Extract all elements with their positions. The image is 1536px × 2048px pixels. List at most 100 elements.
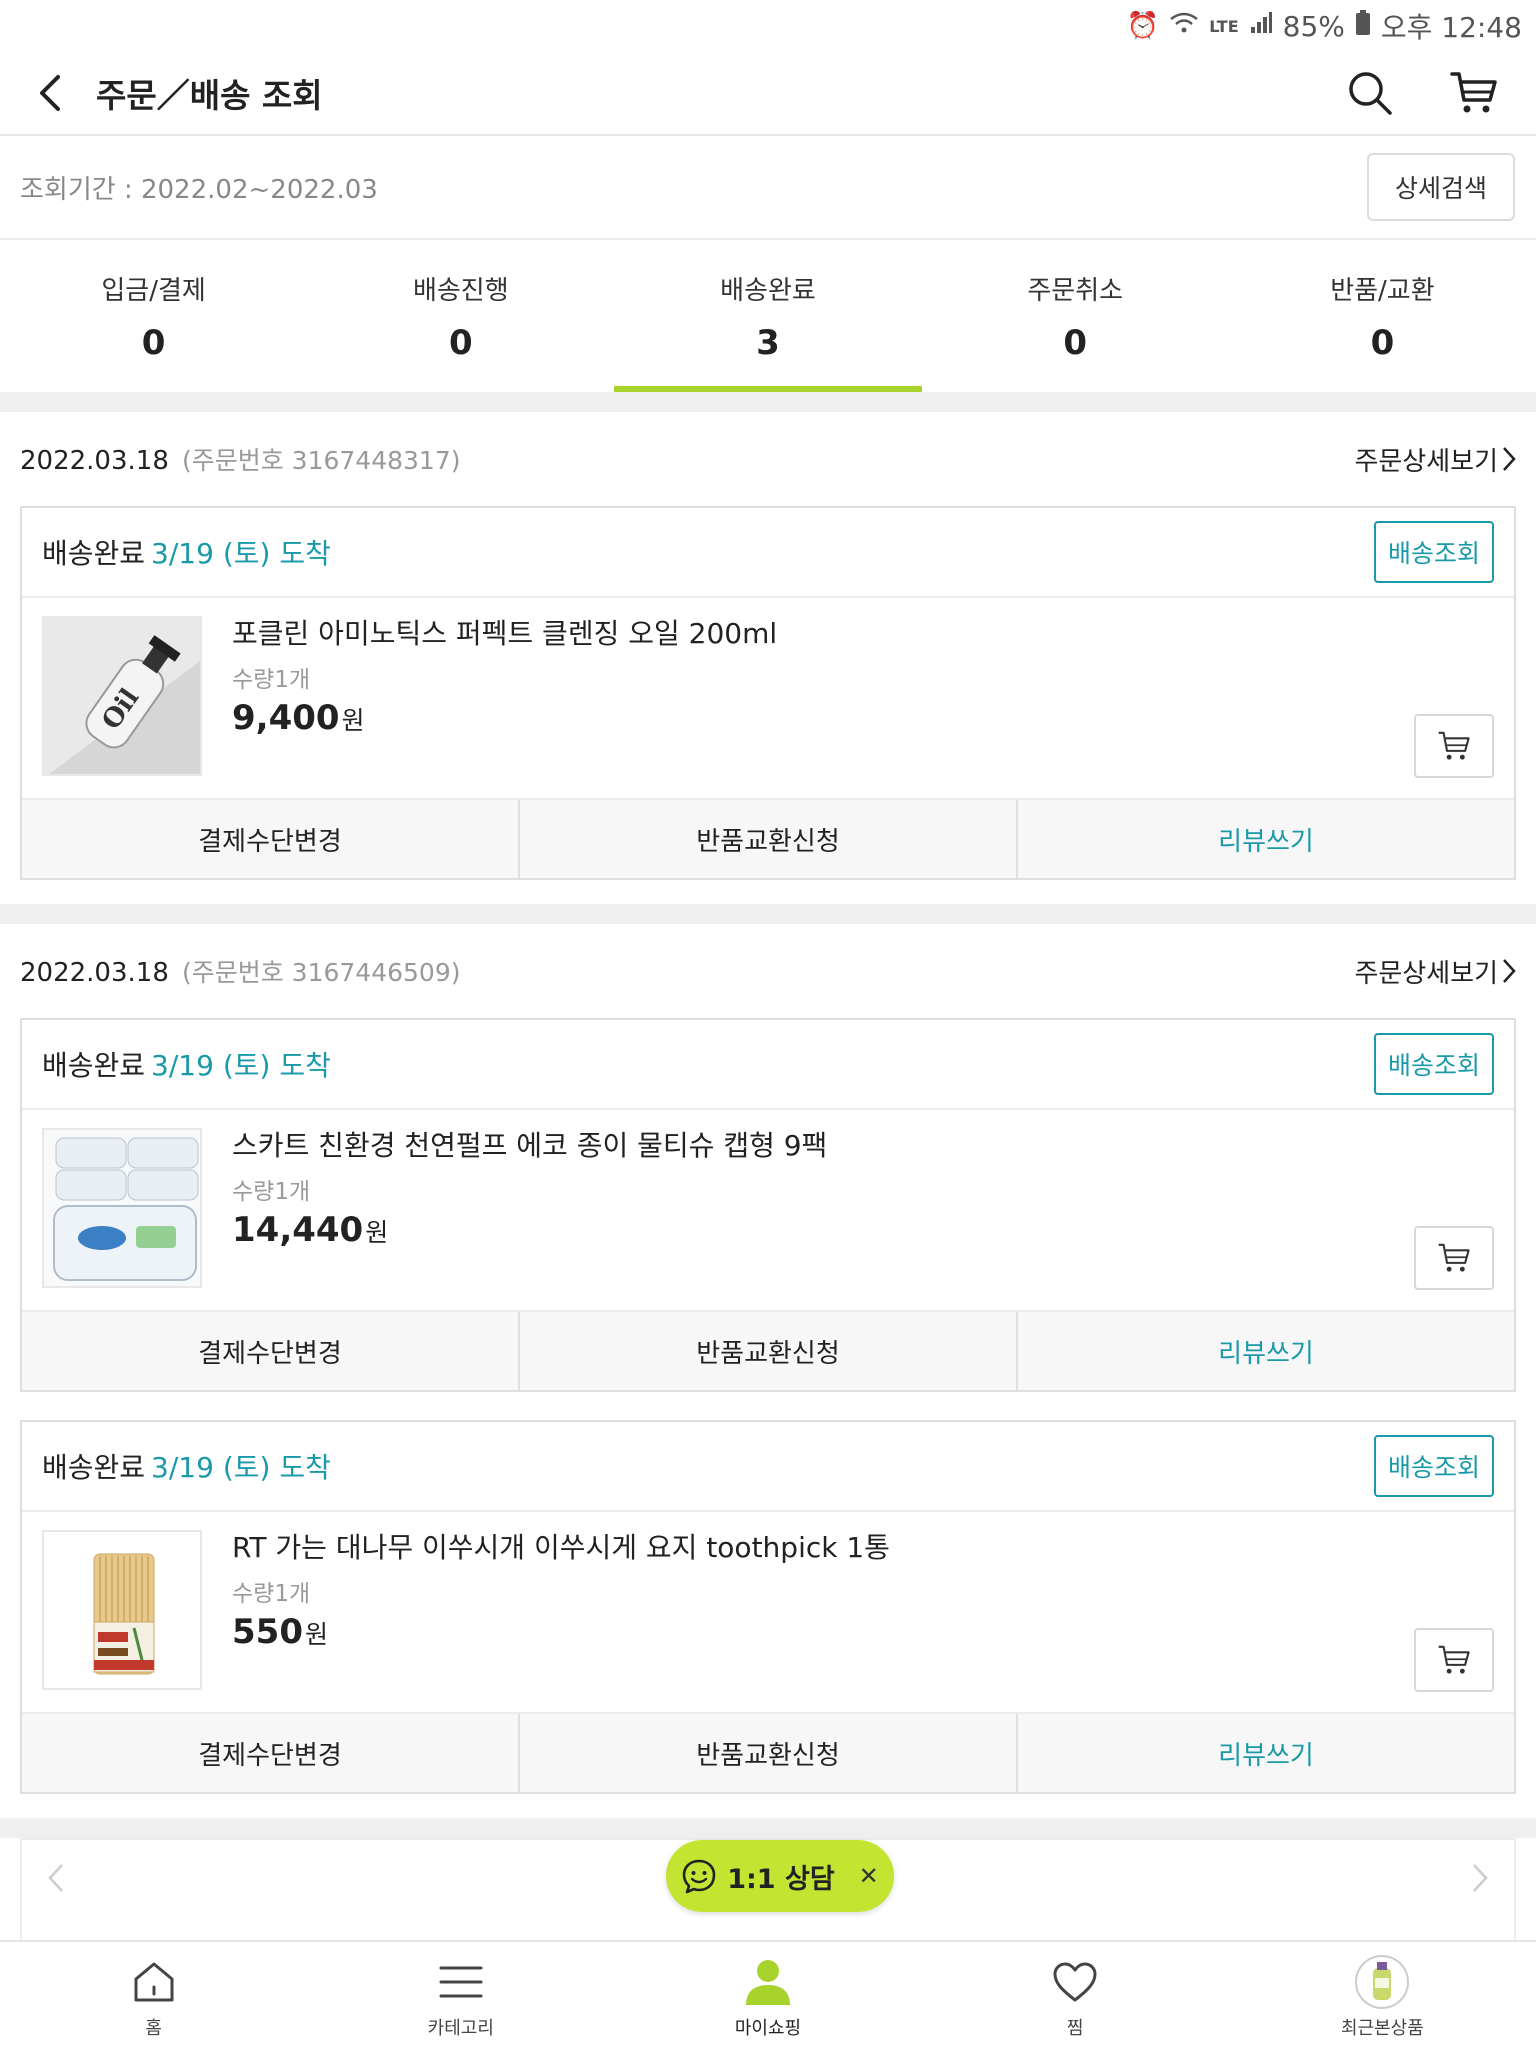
carousel-next-button[interactable]	[1472, 1862, 1488, 1902]
product-row: 스카트 친환경 천연펄프 에코 종이 물티슈 캡형 9팩 수량1개 14,440…	[22, 1110, 1514, 1310]
change-payment-button[interactable]: 결제수단변경	[22, 1714, 518, 1792]
tab-label: 배송진행	[412, 276, 509, 306]
tab-cancelled[interactable]: 주문취소 0	[922, 240, 1229, 392]
nav-label: 최근본상품	[1341, 2018, 1424, 2039]
arrival-date: 3/19 (토) 도착	[151, 1049, 331, 1082]
order-number: (주문번호 3167448317)	[181, 446, 461, 475]
change-payment-button[interactable]: 결제수단변경	[22, 800, 518, 878]
close-icon[interactable]: ✕	[859, 1862, 879, 1890]
write-review-button[interactable]: 리뷰쓰기	[1016, 1714, 1514, 1792]
tab-shipping[interactable]: 배송진행 0	[307, 240, 614, 392]
chevron-left-icon	[48, 1864, 63, 1892]
nav-my-shopping[interactable]: 마이쇼핑	[614, 1942, 921, 2048]
tab-count: 0	[1370, 323, 1395, 363]
nav-recent-products[interactable]: 최근본상품	[1229, 1942, 1536, 2048]
product-thumbnail[interactable]: Oil	[42, 616, 202, 776]
status-text: 배송완료	[42, 1451, 146, 1484]
track-shipment-button[interactable]: 배송조회	[1374, 1435, 1494, 1497]
chevron-right-icon	[1503, 447, 1516, 471]
return-exchange-button[interactable]: 반품교환신청	[518, 800, 1016, 878]
tab-return-exchange[interactable]: 반품/교환 0	[1229, 240, 1536, 392]
cart-icon	[1450, 72, 1497, 113]
order-detail-link[interactable]: 주문상세보기	[1354, 441, 1516, 478]
chat-smile-icon	[682, 1859, 716, 1894]
tab-payment[interactable]: 입금/결제 0	[0, 240, 307, 392]
order-detail-label: 주문상세보기	[1354, 446, 1498, 477]
tab-count: 0	[141, 323, 166, 363]
clock: 오후 12:48	[1380, 11, 1522, 44]
shipping-status-row: 배송완료 3/19 (토) 도착 배송조회	[22, 1020, 1514, 1110]
change-payment-button[interactable]: 결제수단변경	[22, 1312, 518, 1390]
add-to-cart-button[interactable]	[1414, 714, 1494, 778]
order-header: 2022.03.18 (주문번호 3167446509) 주문상세보기	[20, 924, 1516, 1018]
price-currency: 원	[304, 1620, 328, 1649]
tab-count: 0	[1063, 323, 1088, 363]
wifi-icon	[1169, 11, 1199, 42]
cart-icon	[1438, 1645, 1470, 1674]
item-actions: 결제수단변경 반품교환신청 리뷰쓰기	[22, 1712, 1514, 1792]
shipping-status-row: 배송완료 3/19 (토) 도착 배송조회	[22, 1422, 1514, 1512]
item-actions: 결제수단변경 반품교환신청 리뷰쓰기	[22, 1310, 1514, 1390]
product-quantity: 수량1개	[232, 667, 311, 693]
arrival-date: 3/19 (토) 도착	[151, 537, 331, 570]
order-item-card: 배송완료 3/19 (토) 도착 배송조회 RT 가는 대나무 이쑤시개 이쑤시…	[20, 1420, 1516, 1794]
track-shipment-button[interactable]: 배송조회	[1374, 521, 1494, 583]
signal-icon	[1249, 11, 1273, 42]
product-name[interactable]: RT 가는 대나무 이쑤시개 이쑤시게 요지 toothpick 1통	[232, 1530, 890, 1566]
order-group: 2022.03.18 (주문번호 3167446509) 주문상세보기 배송완료…	[0, 924, 1536, 1818]
order-detail-link[interactable]: 주문상세보기	[1354, 953, 1516, 990]
back-button[interactable]	[30, 63, 70, 123]
recent-product-icon	[1354, 1955, 1410, 2009]
tab-count: 3	[756, 323, 780, 363]
nav-wishlist[interactable]: 찜	[922, 1942, 1229, 2048]
wet-tissue-image	[44, 1130, 200, 1286]
status-text: 배송완료	[42, 1049, 146, 1082]
product-thumbnail[interactable]	[42, 1128, 202, 1288]
return-exchange-button[interactable]: 반품교환신청	[518, 1312, 1016, 1390]
person-icon	[740, 1956, 796, 2008]
write-review-button[interactable]: 리뷰쓰기	[1016, 1312, 1514, 1390]
heart-icon	[1047, 1956, 1103, 2008]
shipping-status: 배송완료 3/19 (토) 도착	[42, 532, 331, 572]
product-row: Oil 포클린 아미노틱스 퍼펙트 클렌징 오일 200ml 수량1개 9,40…	[22, 598, 1514, 798]
order-item-card: 배송완료 3/19 (토) 도착 배송조회 Oil 포클린 아미노틱스 퍼펙트 …	[20, 506, 1516, 880]
carousel-prev-button[interactable]	[48, 1862, 64, 1902]
tab-label: 주문취소	[1027, 276, 1124, 306]
status-bar: ⏰ LTE 85% 오후 12:48	[0, 0, 1536, 52]
period-row: 조회기간 : 2022.02~2022.03 상세검색	[0, 136, 1536, 240]
product-name[interactable]: 포클린 아미노틱스 퍼펙트 클렌징 오일 200ml	[232, 616, 777, 652]
product-name[interactable]: 스카트 친환경 천연펄프 에코 종이 물티슈 캡형 9팩	[232, 1128, 827, 1164]
nav-category[interactable]: 카테고리	[307, 1942, 614, 2048]
price-value: 550	[232, 1612, 303, 1652]
search-button[interactable]	[1338, 61, 1402, 125]
status-tabs: 입금/결제 0 배송진행 0 배송완료 3 주문취소 0 반품/교환 0	[0, 240, 1536, 392]
write-review-button[interactable]: 리뷰쓰기	[1016, 800, 1514, 878]
chat-consult-button[interactable]: 1:1 상담 ✕	[666, 1840, 894, 1912]
product-quantity: 수량1개	[232, 1179, 311, 1205]
tab-delivered[interactable]: 배송완료 3	[614, 240, 922, 392]
tab-label: 반품/교환	[1330, 276, 1435, 306]
cart-button[interactable]	[1442, 61, 1506, 125]
price-currency: 원	[341, 706, 365, 735]
shipping-status: 배송완료 3/19 (토) 도착	[42, 1446, 331, 1486]
add-to-cart-button[interactable]	[1414, 1226, 1494, 1290]
battery-icon	[1355, 9, 1371, 43]
track-shipment-button[interactable]: 배송조회	[1374, 1033, 1494, 1095]
product-price: 550원	[232, 1612, 890, 1652]
detail-search-button[interactable]: 상세검색	[1367, 153, 1515, 221]
section-divider	[0, 392, 1536, 412]
page-title: 주문／배송 조회	[96, 76, 323, 115]
nav-home[interactable]: 홈	[0, 1942, 307, 2048]
product-thumbnail[interactable]	[42, 1530, 202, 1690]
section-divider	[0, 1818, 1536, 1838]
arrival-date: 3/19 (토) 도착	[151, 1451, 331, 1484]
search-icon	[1349, 72, 1392, 115]
tab-label: 입금/결제	[101, 276, 206, 306]
item-actions: 결제수단변경 반품교환신청 리뷰쓰기	[22, 798, 1514, 878]
return-exchange-button[interactable]: 반품교환신청	[518, 1714, 1016, 1792]
price-value: 9,400	[232, 698, 340, 738]
battery-percent: 85%	[1282, 9, 1345, 43]
cart-icon	[1438, 731, 1470, 760]
add-to-cart-button[interactable]	[1414, 1628, 1494, 1692]
nav-label: 마이쇼핑	[734, 2018, 802, 2039]
